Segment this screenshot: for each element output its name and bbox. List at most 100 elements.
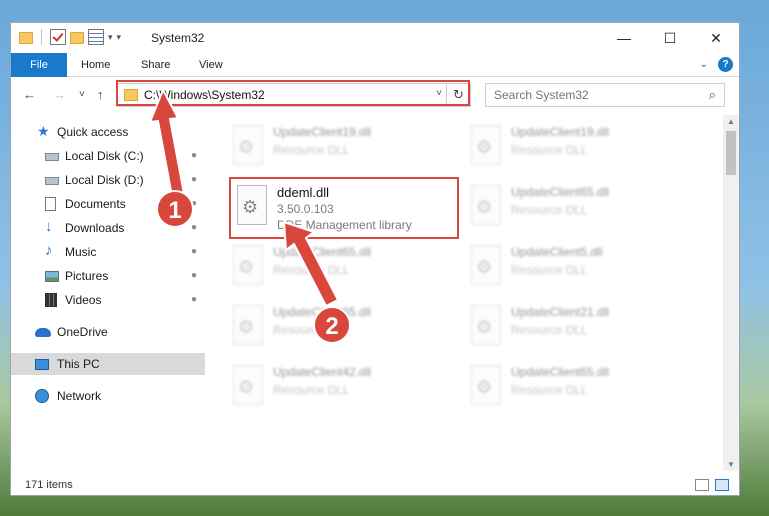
file-description: Resource DLL [511, 383, 588, 397]
pin-icon: ● [191, 174, 198, 185]
file-description: Resource DLL [511, 323, 588, 337]
gear-icon: ⚙ [238, 257, 255, 277]
drive-icon [45, 153, 59, 161]
sidebar-item-label: OneDrive [57, 325, 108, 339]
sidebar-item-videos[interactable]: Videos ● [11, 289, 205, 311]
sidebar-item-local-disk-d[interactable]: Local Disk (D:) ● [11, 169, 205, 191]
pictures-icon [45, 271, 59, 282]
gear-icon: ⚙ [476, 377, 493, 397]
vertical-scrollbar[interactable]: ▲ ▼ [723, 115, 739, 471]
this-pc-icon [35, 359, 49, 370]
file-explorer-window: ▾ ▾ System32 — ☐ ✕ File Home Share View … [10, 22, 740, 496]
file-name: UpdateClient5.dll [511, 245, 603, 259]
file-name: ddeml.dll [277, 185, 330, 200]
item-count: 171 items [25, 479, 73, 491]
close-button[interactable]: ✕ [693, 23, 739, 53]
folder-icon[interactable] [19, 32, 33, 44]
sidebar-item-music[interactable]: ♪ Music ● [11, 241, 205, 263]
sidebar-item-pictures[interactable]: Pictures ● [11, 265, 205, 287]
minimize-button[interactable]: — [601, 23, 647, 53]
title-bar: ▾ ▾ System32 — ☐ ✕ [11, 23, 739, 53]
file-item[interactable]: ⚙ UpdateClient65.dll Resource DLL [467, 361, 697, 411]
search-box[interactable]: ⌕ [485, 83, 725, 107]
dll-file-icon: ⚙ [471, 305, 501, 345]
file-item[interactable]: ⚙ UpdateClient42.dll Resource DLL [229, 361, 459, 411]
dll-file-icon: ⚙ [471, 125, 501, 165]
pin-icon: ● [191, 150, 198, 161]
gear-icon: ⚙ [476, 257, 493, 277]
sidebar-item-network[interactable]: Network [11, 385, 205, 407]
sidebar-item-label: Music [65, 245, 97, 259]
search-input[interactable] [494, 85, 694, 105]
file-item[interactable]: ⚙ UpdateClient65.dll Resource DLL [467, 181, 697, 231]
file-description: Resource DLL [511, 203, 588, 217]
pin-icon: ● [191, 222, 198, 233]
tab-home[interactable]: Home [81, 53, 110, 77]
tiles-view-icon[interactable] [715, 479, 729, 491]
downloads-icon: ↓ [45, 218, 53, 235]
address-bar[interactable]: C:\Windows\System32 ˅ ↻ [117, 83, 471, 107]
sidebar-item-label: Local Disk (C:) [65, 149, 144, 163]
toolbar-overflow-icon[interactable]: ▾ [117, 32, 122, 43]
file-item-ddeml[interactable]: ⚙ ddeml.dll 3.50.0.103 DDE Management li… [229, 177, 459, 239]
address-path[interactable]: C:\Windows\System32 [144, 88, 265, 102]
file-name: UpdateClient65.dll [273, 245, 372, 259]
folder-icon [124, 89, 138, 101]
address-dropdown-chevron-icon[interactable]: ˅ [436, 88, 442, 99]
sidebar-item-local-disk-c[interactable]: Local Disk (C:) ● [11, 145, 205, 167]
sidebar-item-label: Network [57, 389, 102, 403]
file-name: UpdateClient19.dll [273, 125, 372, 139]
dll-file-icon: ⚙ [471, 365, 501, 405]
maximize-button[interactable]: ☐ [647, 23, 693, 53]
file-name: UpdateClient19.dll [511, 125, 610, 139]
file-item[interactable]: ⚙ UpdateClient19.dll Resource DLL [467, 121, 697, 171]
help-icon[interactable]: ? [718, 57, 733, 72]
file-description: Resource DLL [511, 263, 588, 277]
videos-icon [45, 293, 57, 307]
dll-file-icon: ⚙ [237, 185, 267, 225]
search-icon: ⌕ [708, 87, 716, 102]
gear-icon: ⚙ [238, 317, 255, 337]
sidebar-item-onedrive[interactable]: OneDrive [11, 321, 205, 343]
pin-icon: ● [191, 270, 198, 281]
scroll-up-icon[interactable]: ▲ [723, 117, 739, 126]
toolbar-divider [41, 29, 42, 45]
up-arrow-icon[interactable]: ↑ [97, 87, 104, 102]
details-view-icon[interactable] [695, 479, 709, 491]
properties-check-icon[interactable] [50, 29, 66, 45]
tab-view[interactable]: View [199, 53, 223, 77]
dll-file-icon: ⚙ [233, 125, 263, 165]
refresh-icon[interactable]: ↻ [446, 84, 470, 106]
tab-share[interactable]: Share [141, 53, 170, 77]
tab-file[interactable]: File [11, 53, 67, 77]
sidebar-item-label: This PC [57, 357, 100, 371]
new-folder-icon[interactable] [70, 32, 84, 44]
file-name: UpdateClient21.dll [511, 305, 610, 319]
sidebar-item-quick-access[interactable]: ★ Quick access [11, 121, 205, 143]
sidebar-item-label: Quick access [57, 125, 129, 139]
file-version: 3.50.0.103 [277, 202, 334, 216]
chevron-down-icon[interactable]: ⌄ [700, 59, 708, 70]
navigation-bar: ← → ˅ ↑ C:\Windows\System32 ˅ ↻ ⌕ [11, 78, 739, 112]
pin-icon: ● [191, 246, 198, 257]
dll-file-icon: ⚙ [471, 245, 501, 285]
file-item[interactable]: ⚙ UpdateClient19.dll Resource DLL [229, 121, 459, 171]
properties-icon[interactable] [88, 29, 104, 45]
window-title: System32 [151, 31, 205, 45]
file-name: UpdateClient65.dll [511, 365, 610, 379]
file-description: Resource DLL [273, 143, 350, 157]
file-item[interactable]: ⚙ UpdateClient65.dll Resource DLL [229, 241, 459, 291]
scrollbar-thumb[interactable] [726, 131, 736, 175]
file-description: DDE Management library [277, 218, 412, 232]
scroll-down-icon[interactable]: ▼ [723, 460, 739, 469]
sidebar-item-label: Videos [65, 293, 102, 307]
recent-locations-chevron-icon[interactable]: ˅ [79, 89, 85, 100]
file-item[interactable]: ⚙ UpdateClient5.dll Resource DLL [467, 241, 697, 291]
view-switcher [695, 479, 729, 491]
customize-toolbar-chevron-icon[interactable]: ▾ [108, 32, 113, 43]
sidebar-item-this-pc[interactable]: This PC [11, 353, 205, 375]
drive-icon [45, 177, 59, 185]
forward-arrow-icon[interactable]: → [53, 87, 66, 102]
file-item[interactable]: ⚙ UpdateClient21.dll Resource DLL [467, 301, 697, 351]
back-arrow-icon[interactable]: ← [23, 87, 36, 102]
